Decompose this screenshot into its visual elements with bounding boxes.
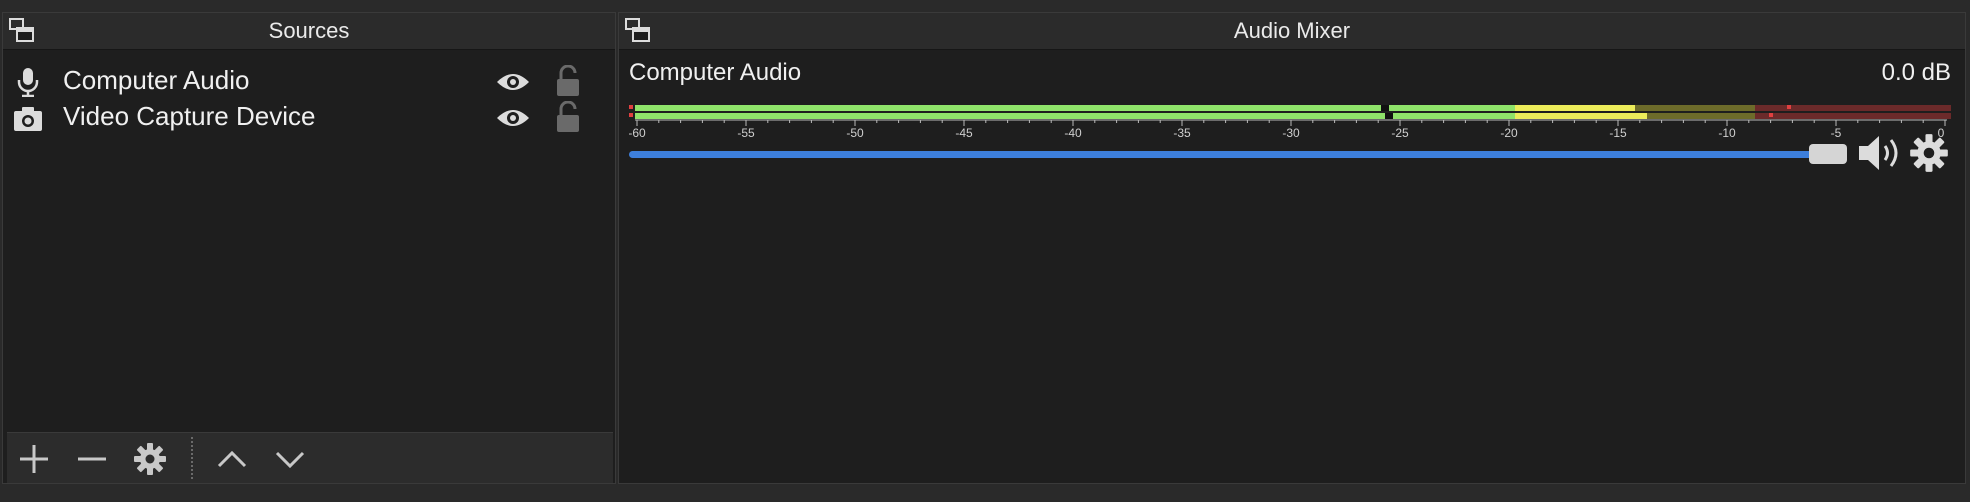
sources-toolbar xyxy=(7,432,613,483)
unlocked-padlock-icon[interactable] xyxy=(555,65,581,97)
float-dock-icon[interactable] xyxy=(9,18,35,44)
source-item-video-capture[interactable]: Video Capture Device xyxy=(3,99,615,135)
meter-bar-bottom-green xyxy=(635,113,1389,119)
unlocked-padlock-icon[interactable] xyxy=(555,101,581,133)
channel-db-readout: 0.0 dB xyxy=(1881,59,1951,86)
sources-dock: Sources Computer Audio Video Capture Dev… xyxy=(2,12,616,484)
meter-scale-label: -5 xyxy=(1831,126,1842,139)
channel-name: Computer Audio xyxy=(629,59,802,86)
meter-scale-label: -25 xyxy=(1391,126,1409,139)
move-down-icon[interactable] xyxy=(273,442,307,476)
meter-bar-top-yellow xyxy=(1515,105,1635,111)
meter-peak-marker xyxy=(1385,113,1393,119)
source-label: Computer Audio xyxy=(63,65,250,95)
meter-scale-label: -60 xyxy=(629,126,646,139)
volume-slider-handle[interactable] xyxy=(1809,144,1847,164)
audio-mixer-title: Audio Mixer xyxy=(1233,18,1351,43)
clip-indicator xyxy=(1787,105,1791,109)
meter-scale-label: -40 xyxy=(1064,126,1082,139)
meter-peak-marker xyxy=(1381,105,1389,111)
clip-indicator xyxy=(629,113,633,117)
channel-settings-gear-icon[interactable] xyxy=(1909,133,1949,173)
meter-bar-top-red-dim xyxy=(1755,105,1951,111)
clip-indicator xyxy=(629,105,633,109)
visibility-eye-icon[interactable] xyxy=(495,105,531,131)
meter-scale-label: -45 xyxy=(955,126,973,139)
meter-bar-bottom-green-2 xyxy=(1393,113,1515,119)
speaker-mute-icon[interactable] xyxy=(1857,133,1905,173)
meter-scale-label: -35 xyxy=(1173,126,1191,139)
source-label: Video Capture Device xyxy=(63,101,316,131)
source-item-computer-audio[interactable]: Computer Audio xyxy=(3,63,615,99)
remove-icon[interactable] xyxy=(75,442,109,476)
meter-bar-bottom-yellow xyxy=(1515,113,1647,119)
float-dock-icon[interactable] xyxy=(625,18,651,44)
meter-scale-label: -15 xyxy=(1609,126,1627,139)
visibility-eye-icon[interactable] xyxy=(495,69,531,95)
meter-scale-label: -20 xyxy=(1500,126,1518,139)
meter-scale-label: -10 xyxy=(1718,126,1736,139)
sources-title-bar: Sources xyxy=(3,13,615,50)
meter-bar-top-green xyxy=(635,105,1381,111)
toolbar-separator xyxy=(191,437,193,479)
clip-indicator xyxy=(1769,113,1773,117)
meter-scale-labels: -60 -55 -50 -45 -40 -35 -30 -25 -20 -15 -10 -5 0 xyxy=(629,126,1945,139)
microphone-icon xyxy=(17,68,39,97)
meter-bar-top-yellow-dim xyxy=(1635,105,1755,111)
sources-title: Sources xyxy=(268,18,350,43)
meter-scale-label: -55 xyxy=(737,126,755,139)
meter-bar-bottom-red-dim xyxy=(1755,113,1951,119)
meter-bar-top-green-2 xyxy=(1389,105,1515,111)
meter-bar-bottom-yellow-dim xyxy=(1647,113,1755,119)
audio-mixer-dock: Audio Mixer Computer Audio 0.0 dB -60 -55… xyxy=(618,12,1966,484)
volume-slider-track[interactable] xyxy=(629,151,1829,158)
gear-icon[interactable] xyxy=(133,442,167,476)
camera-icon xyxy=(14,107,42,131)
volume-meter: -60 -55 -50 -45 -40 -35 -30 -25 -20 -15 -10 -5 0 xyxy=(629,105,1951,139)
audio-mixer-title-bar: Audio Mixer xyxy=(619,13,1965,50)
move-up-icon[interactable] xyxy=(215,442,249,476)
meter-scale-label: -50 xyxy=(846,126,864,139)
meter-scale-label: -30 xyxy=(1282,126,1300,139)
add-icon[interactable] xyxy=(17,442,51,476)
